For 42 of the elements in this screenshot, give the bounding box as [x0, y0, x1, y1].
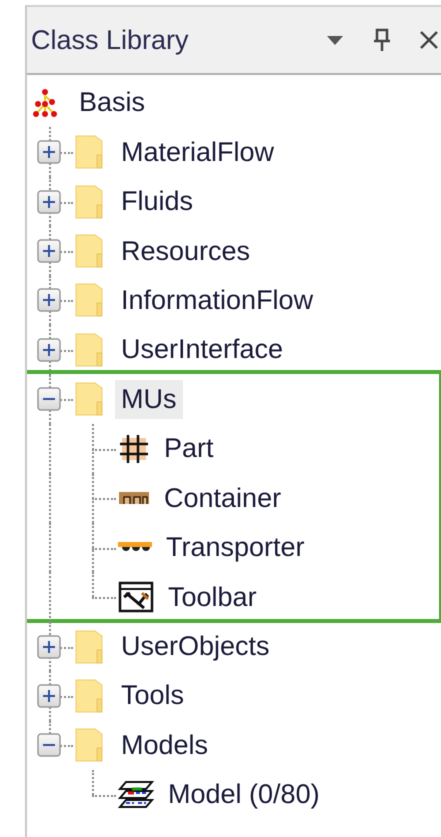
tree-item[interactable]: Transporter [160, 528, 311, 568]
folder-icon [75, 283, 103, 318]
tree-item[interactable]: UserInterface [115, 330, 290, 370]
expand-icon[interactable] [37, 190, 61, 214]
collapse-icon[interactable] [37, 387, 61, 412]
folder-icon [75, 234, 103, 268]
expand-icon[interactable] [37, 684, 61, 708]
tree-item[interactable]: Models [115, 726, 214, 765]
tree-item[interactable]: Tools [115, 676, 190, 716]
layers-icon [118, 780, 154, 810]
folder-icon [75, 678, 103, 713]
dropdown-icon[interactable] [325, 33, 345, 47]
tree-item[interactable]: Basis [73, 83, 152, 122]
folder-icon [75, 630, 103, 664]
folder-icon [75, 332, 103, 367]
tree-item[interactable]: Resources [115, 232, 256, 271]
tree-item[interactable]: UserObjects [115, 627, 276, 666]
folder-icon [75, 382, 103, 416]
tree-item[interactable]: Fluids [115, 182, 200, 222]
tree-item[interactable]: Part [158, 429, 220, 468]
tree-item[interactable]: MaterialFlow [115, 132, 280, 172]
folder-icon [75, 728, 103, 762]
tree-item[interactable]: MUs [115, 380, 182, 419]
container-icon [118, 491, 150, 506]
expand-icon[interactable] [37, 288, 61, 312]
expand-icon[interactable] [37, 634, 61, 659]
folder-icon [75, 184, 103, 219]
expand-icon[interactable] [37, 140, 61, 164]
collapse-icon[interactable] [37, 733, 61, 758]
expand-icon[interactable] [37, 338, 61, 362]
panel-title: Class Library [31, 24, 190, 56]
tree-item[interactable]: Toolbar [162, 578, 263, 617]
grid-icon [118, 434, 150, 464]
tree-graph-icon [30, 88, 60, 118]
tree-item[interactable]: InformationFlow [115, 280, 320, 320]
folder-icon [75, 135, 103, 170]
pin-icon[interactable] [373, 28, 391, 52]
tree-item[interactable]: Container [158, 478, 288, 518]
close-icon[interactable] [419, 30, 439, 50]
tools-window-icon [118, 581, 154, 614]
expand-icon[interactable] [37, 239, 61, 264]
tree-item[interactable]: Model (0/80) [162, 775, 326, 814]
